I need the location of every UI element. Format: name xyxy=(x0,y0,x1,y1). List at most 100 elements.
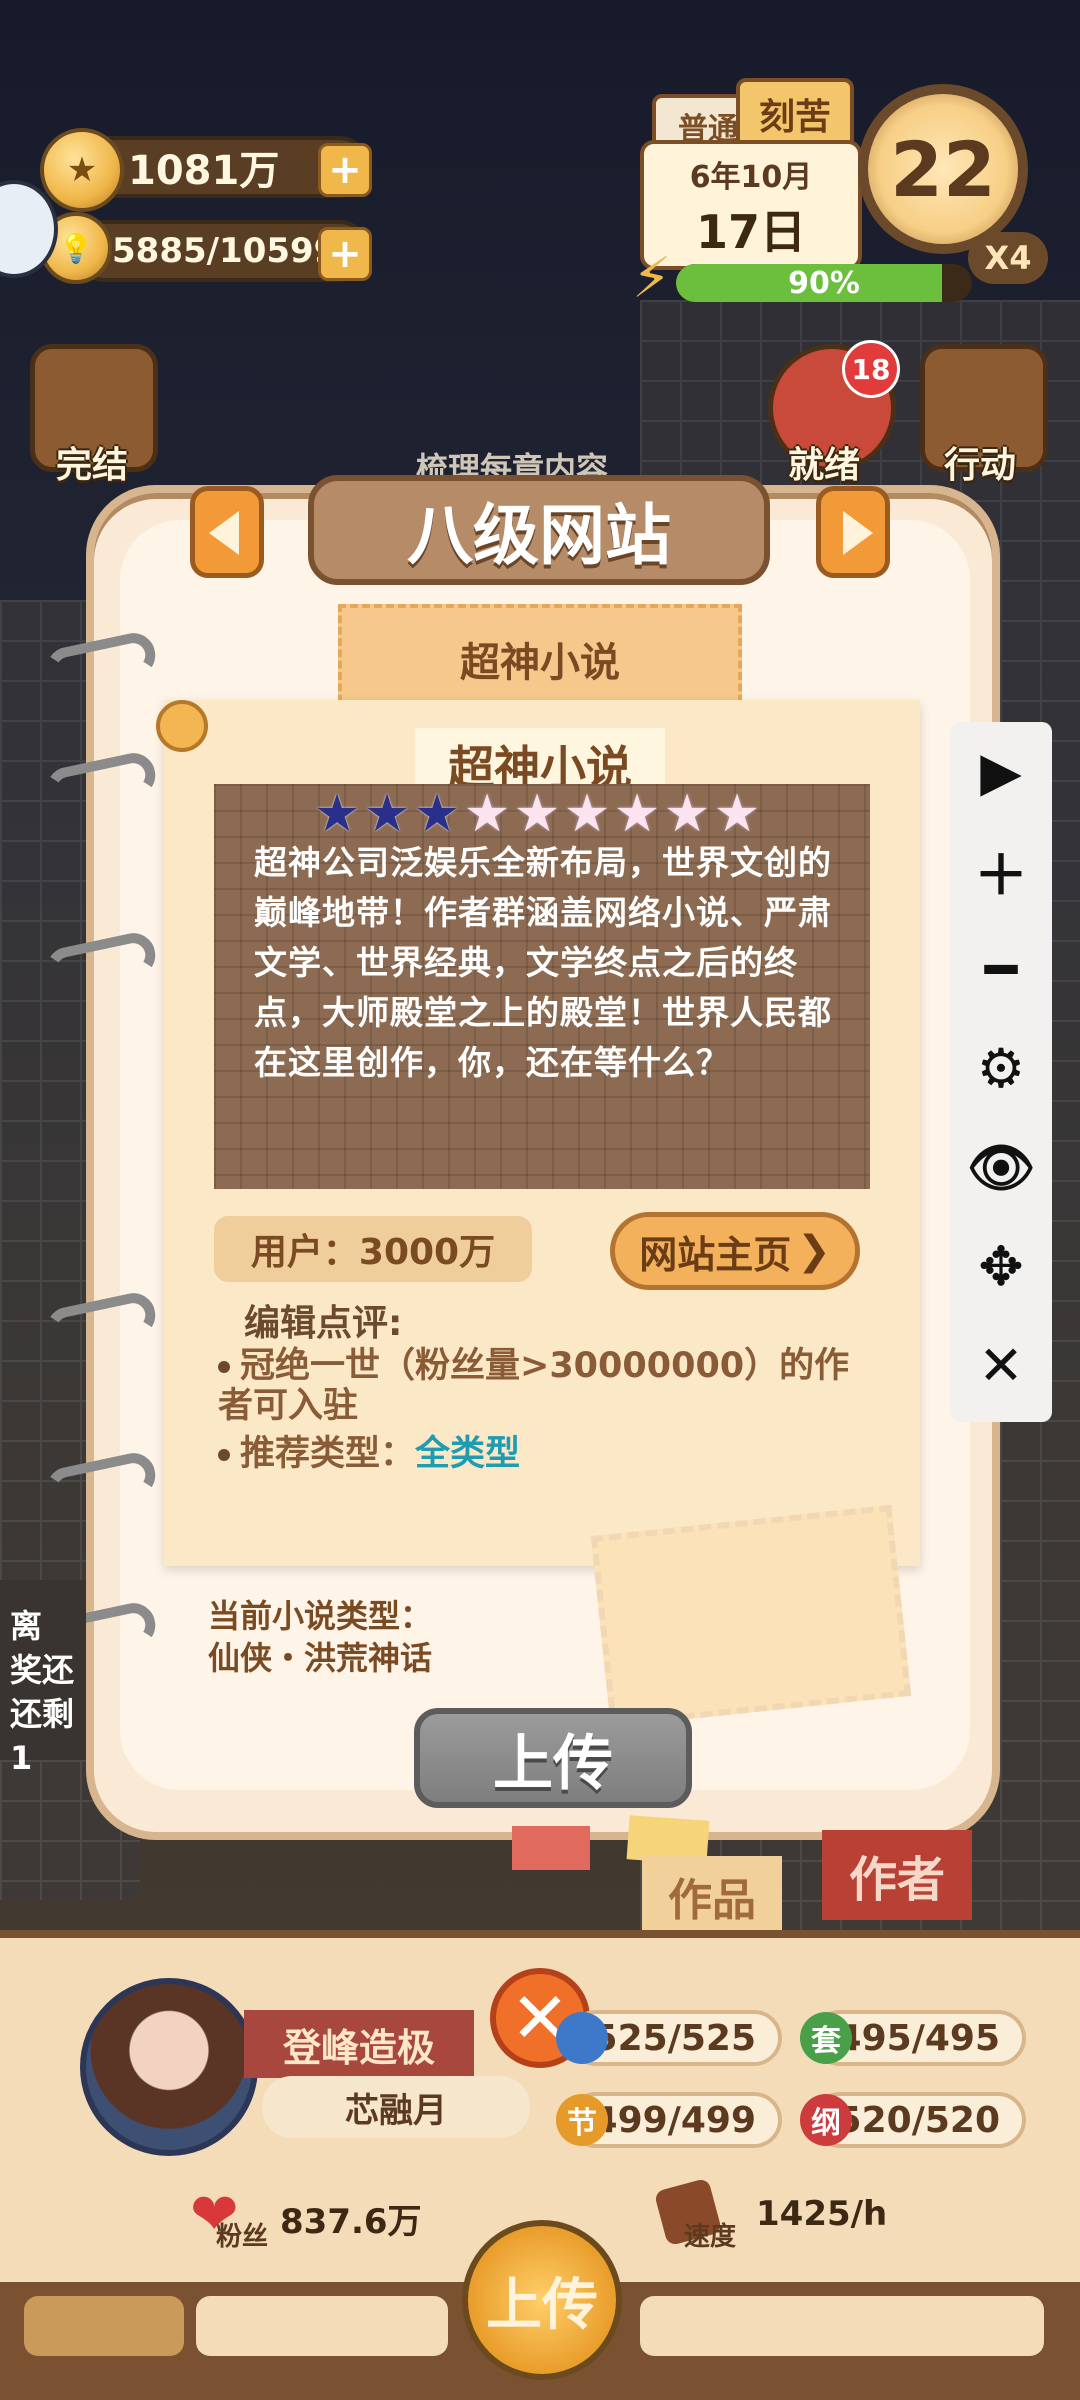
calendar-year-month: 6年10月 xyxy=(689,160,813,195)
review-recommended-value: 全类型 xyxy=(415,1434,521,1474)
offscreen-text-3: 还剩1 xyxy=(10,1695,75,1777)
sticky-note-red xyxy=(512,1826,590,1870)
bullet-dot xyxy=(218,1449,230,1461)
speed-multiplier-label: X4 xyxy=(984,239,1032,277)
move-icon[interactable]: ✥ xyxy=(950,1217,1052,1316)
stat-value-3: 499/499 xyxy=(592,2099,756,2141)
calendar-day: 17日 xyxy=(695,205,806,259)
stat-badge-icon: 节 xyxy=(556,2094,608,2146)
fans-label: 粉丝 xyxy=(216,2222,269,2252)
star-empty-icon: ★ xyxy=(663,784,711,844)
current-type-value: 仙侠・洪荒神话 xyxy=(208,1639,433,1677)
lightning-icon: ⚡ xyxy=(632,246,672,311)
review-recommended-label: 推荐类型： xyxy=(240,1434,416,1474)
energy-value: 5885/10599 xyxy=(112,231,338,271)
site-rating-stars: ★ ★ ★ ★ ★ ★ ★ ★ ★ xyxy=(312,788,762,840)
current-novel-type: 当前小说类型： 仙侠・洪荒神话 xyxy=(208,1595,432,1679)
bottom-upload-button[interactable]: 上传 xyxy=(462,2220,622,2380)
author-rank: 登峰造极 xyxy=(244,2010,474,2078)
author-name-text: 芯融月 xyxy=(345,2090,447,2131)
site-description: 超神公司泛娱乐全新布局，世界文创的巅峰地带！作者群涵盖网络小说、严肃文学、世界经… xyxy=(254,843,832,1082)
review-recommended-type: 推荐类型：全类型 xyxy=(218,1434,520,1474)
add-energy-button[interactable]: + xyxy=(318,227,372,281)
author-tab[interactable]: 作者 xyxy=(822,1830,972,1920)
finish-label: 完结 xyxy=(56,445,129,486)
stat-badge-2: 套 xyxy=(811,2024,841,2059)
review-requirement-text: 冠绝一世（粉丝量>30000000）的作者可入驻 xyxy=(218,1346,850,1426)
modal-title-text: 八级网站 xyxy=(407,497,671,574)
works-tab-label: 作品 xyxy=(668,1875,756,1926)
play-icon[interactable]: ▶ xyxy=(950,722,1052,821)
left-arrow-icon xyxy=(209,511,239,555)
editor-review-heading: 编辑点评: xyxy=(244,1303,403,1344)
fans-value: 837.6万 xyxy=(280,2202,422,2242)
next-site-button[interactable] xyxy=(816,486,890,578)
site-home-button[interactable]: 网站主页 ❯ xyxy=(610,1212,860,1290)
site-home-label: 网站主页 xyxy=(639,1232,792,1277)
stat-badge-icon: 套 xyxy=(800,2012,852,2064)
star-filled-icon: ★ xyxy=(413,784,461,844)
star-empty-icon: ★ xyxy=(463,784,511,844)
site-tab[interactable]: 超神小说 xyxy=(338,604,742,714)
zoom-in-icon[interactable]: ＋ xyxy=(950,821,1052,920)
star-filled-icon: ★ xyxy=(313,784,361,844)
current-type-label: 当前小说类型： xyxy=(208,1597,433,1635)
control-panel: ▶ ＋ ━ ⚙ 👁 ✥ ✕ xyxy=(950,722,1052,1422)
mode-tab-diligent-label: 刻苦 xyxy=(758,97,831,138)
prev-site-button[interactable] xyxy=(190,486,264,578)
zoom-out-icon[interactable]: ━ xyxy=(950,920,1052,1019)
tab-bar-slot-mid[interactable] xyxy=(196,2296,448,2356)
author-tab-label: 作者 xyxy=(848,1852,945,1908)
users-count-text: 用户：3000万 xyxy=(250,1232,496,1273)
upload-button-label: 上传 xyxy=(493,1728,613,1799)
site-tab-label: 超神小说 xyxy=(460,640,620,686)
tab-bar-slot-right[interactable] xyxy=(640,2296,1044,2356)
offscreen-text-1: 离 xyxy=(10,1607,43,1645)
upload-button[interactable]: 上传 xyxy=(414,1708,692,1808)
bottom-upload-label: 上传 xyxy=(486,2272,598,2338)
action-label: 行动 xyxy=(944,445,1017,486)
ready-label: 就绪 xyxy=(788,445,861,486)
energy-progress-bar: 90% xyxy=(676,264,972,302)
stat-badge-icon xyxy=(556,2012,608,2064)
star-filled-icon: ★ xyxy=(363,784,411,844)
right-arrow-icon xyxy=(843,511,873,555)
stat-value-4: 520/520 xyxy=(836,2099,1000,2141)
ready-badge-count: 18 xyxy=(851,352,891,386)
stat-badge-icon: 纲 xyxy=(800,2094,852,2146)
review-requirement: 冠绝一世（粉丝量>30000000）的作者可入驻 xyxy=(218,1346,858,1426)
speed-label: 速度 xyxy=(684,2222,737,2252)
modal-title: 八级网站 xyxy=(308,475,770,585)
stat-value-1: 525/525 xyxy=(592,2017,756,2059)
coin-icon: ★ xyxy=(40,128,124,212)
day-clock[interactable]: 22 xyxy=(858,84,1028,254)
clock-value: 22 xyxy=(890,124,996,214)
stat-value-2: 495/495 xyxy=(836,2017,1000,2059)
speed-value: 1425/h xyxy=(756,2194,888,2234)
pin-icon xyxy=(156,700,208,752)
chevron-right-icon: ❯ xyxy=(797,1228,831,1274)
users-count: 用户：3000万 xyxy=(214,1216,532,1282)
star-empty-icon: ★ xyxy=(513,784,561,844)
offscreen-text-2: 奖还 xyxy=(10,1651,75,1689)
energy-progress-text: 90% xyxy=(788,265,860,301)
bullet-dot xyxy=(218,1361,230,1373)
avatar[interactable] xyxy=(80,1978,258,2156)
stat-badge-4: 纲 xyxy=(811,2106,841,2141)
add-coins-button[interactable]: + xyxy=(318,143,372,197)
calendar-card: 6年10月 17日 xyxy=(640,140,862,270)
tab-bar-slot-left[interactable] xyxy=(24,2296,184,2356)
eye-icon[interactable]: 👁 xyxy=(950,1118,1052,1217)
works-tab[interactable]: 作品 xyxy=(642,1856,782,1936)
close-icon[interactable]: ✕ xyxy=(950,1316,1052,1415)
star-empty-icon: ★ xyxy=(713,784,761,844)
coins-value: 1081万 xyxy=(128,148,280,194)
speed-multiplier-button[interactable]: X4 xyxy=(968,232,1048,284)
offscreen-panel: 离 奖还 还剩1 xyxy=(0,1580,86,1777)
star-empty-icon: ★ xyxy=(613,784,661,844)
stat-badge-3: 节 xyxy=(567,2106,597,2141)
ready-badge: 18 xyxy=(842,340,900,398)
gear-icon[interactable]: ⚙ xyxy=(950,1019,1052,1118)
author-rank-text: 登峰造极 xyxy=(282,2025,435,2070)
author-name: 芯融月 xyxy=(262,2076,530,2138)
